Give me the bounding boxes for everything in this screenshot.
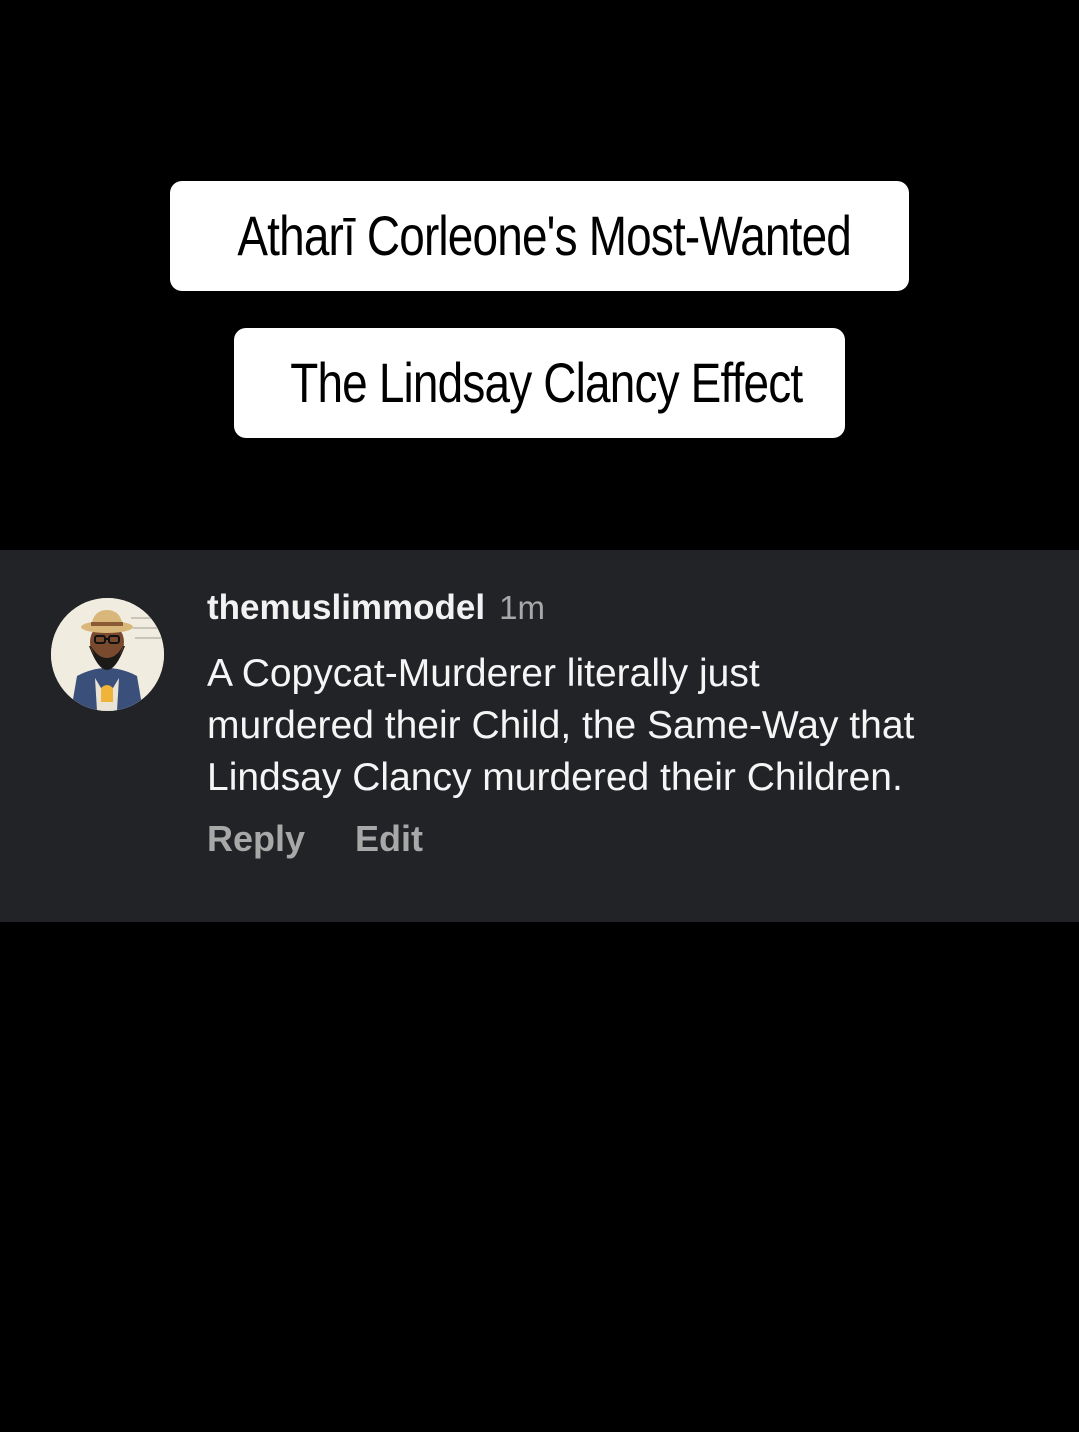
comment-line: A Copycat-Murderer literally just: [207, 652, 760, 695]
edit-button[interactable]: Edit: [355, 818, 423, 860]
reply-button[interactable]: Reply: [207, 818, 305, 860]
comment-line: Lindsay Clancy murdered their Children.: [207, 756, 903, 799]
avatar[interactable]: [51, 598, 164, 711]
avatar-illustration-icon: [51, 598, 164, 711]
comment-card: themuslimmodel 1m A Copycat-Murderer lit…: [0, 550, 1079, 922]
comment-line: murdered their Child, the Same-Way that: [207, 704, 915, 747]
caption-subtitle-text: The Lindsay Clancy Effect: [290, 351, 803, 414]
caption-subtitle: The Lindsay Clancy Effect: [234, 328, 845, 438]
comment-actions: Reply Edit: [207, 818, 423, 860]
caption-title-text: Atharī Corleone's Most-Wanted: [237, 204, 852, 267]
comment-header: themuslimmodel 1m: [207, 588, 545, 632]
comment-body: A Copycat-Murderer literally just murder…: [207, 648, 1057, 804]
comment-timestamp: 1m: [499, 589, 545, 626]
username-link[interactable]: themuslimmodel: [207, 588, 485, 628]
caption-title: Atharī Corleone's Most-Wanted: [170, 181, 909, 291]
